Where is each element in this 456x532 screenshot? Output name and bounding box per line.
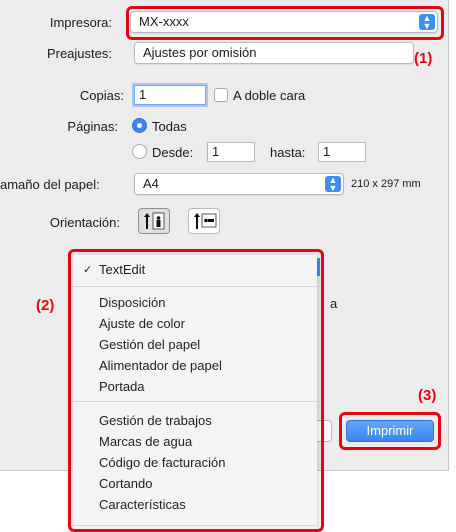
callout-box-1 [126,6,444,40]
presets-label: Preajustes: [46,46,112,61]
pages-to-input[interactable]: 1 [318,142,366,162]
pages-all-radio[interactable] [132,118,147,133]
pages-from-label: Desde: [152,145,194,160]
portrait-icon [144,212,165,230]
duplex-checkbox[interactable] [214,88,228,102]
printer-label: Impresora: [49,15,112,30]
landscape-orientation-button[interactable] [188,208,220,234]
copies-input[interactable]: 1 [134,85,206,105]
pages-label: Páginas: [67,119,118,134]
paper-size-label: amaño del papel: [0,177,100,192]
duplex-label: A doble cara [233,88,306,103]
callout-label-3: (3) [418,387,437,404]
orientation-label: Orientación: [49,215,120,230]
pages-from-input[interactable]: 1 [207,142,255,162]
paper-size-dimensions: 210 x 297 mm [351,178,421,190]
callout-box-2 [68,249,324,532]
pages-all-label: Todas [152,119,187,134]
pages-range-radio[interactable] [132,144,147,159]
paper-size-value: A4 [143,176,159,191]
pages-to-label: hasta: [270,145,306,160]
presets-value: Ajustes por omisión [143,45,257,60]
copies-label: Copias: [79,88,124,103]
landscape-icon [194,213,217,229]
callout-box-3 [339,412,441,450]
portrait-orientation-button[interactable] [138,208,170,234]
callout-label-1: (1) [414,50,433,67]
paper-size-popup[interactable]: A4 ▲ ▼ [134,173,344,195]
popup-stepper-icon: ▲ ▼ [325,176,341,193]
presets-popup[interactable]: Ajustes por omisión [134,42,414,64]
callout-label-2: (2) [36,297,55,314]
obscured-text: a [330,296,338,311]
